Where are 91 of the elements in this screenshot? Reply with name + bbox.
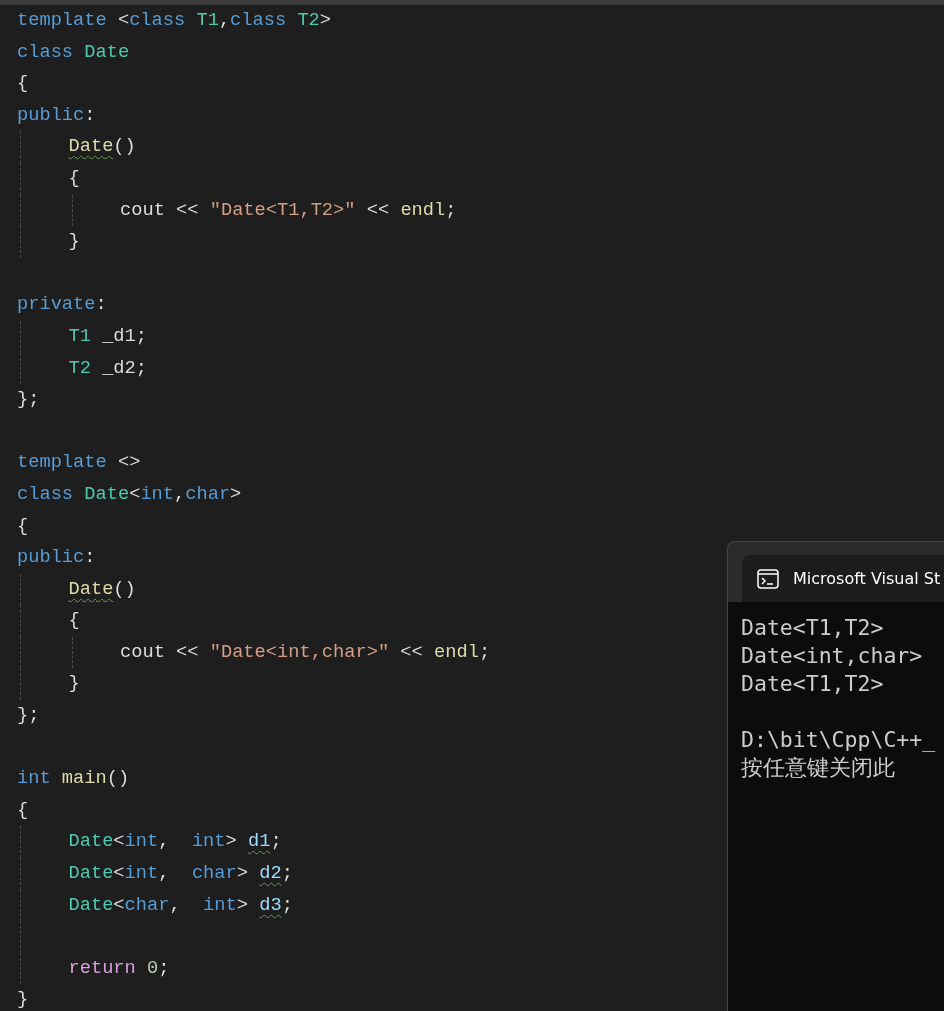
code-token: private [17, 293, 96, 316]
code-token: class [230, 9, 288, 31]
code-token: endl [434, 640, 479, 663]
code-token: "Date<T1,T2>" [209, 198, 356, 221]
code-token: Date [68, 577, 114, 600]
code-token: return [68, 956, 137, 979]
code-token: > [319, 9, 332, 31]
code-token: <> [117, 451, 141, 474]
code-token: ; [281, 893, 293, 916]
code-token: < [113, 830, 125, 853]
code-token: char [124, 893, 170, 916]
console-tab[interactable]: Microsoft Visual St [742, 555, 944, 602]
code-token: , [218, 9, 231, 31]
code-token: template [17, 451, 108, 474]
code-token: T2 [68, 356, 91, 379]
code-token: { [68, 166, 80, 189]
code-token: int [124, 830, 159, 853]
code-token: template [17, 9, 108, 31]
code-token: { [17, 72, 29, 95]
code-token: Date [68, 893, 114, 916]
code-token: int [203, 893, 237, 916]
code-token: main [61, 767, 107, 790]
code-token: < [129, 482, 141, 505]
console-output-line: Date<T1,T2> [741, 671, 884, 696]
code-token: }; [17, 704, 40, 727]
code-token: } [68, 672, 80, 695]
code-token: int [17, 767, 52, 790]
code-token: { [68, 609, 80, 632]
code-token: () [113, 135, 136, 158]
console-output-line: Date<int,char> [741, 643, 923, 668]
code-token: , [158, 830, 171, 853]
terminal-icon [757, 568, 779, 589]
code-token: : [84, 546, 96, 569]
code-token: "Date<int,char>" [209, 640, 390, 663]
code-token: << [399, 640, 424, 663]
code-token: _d1; [101, 324, 147, 347]
code-token: Date [84, 482, 130, 505]
code-token: d2 [259, 862, 282, 885]
code-token: Date [84, 40, 130, 63]
code-token: cout << [120, 198, 200, 221]
console-output-line: D:\bit\Cpp\C++_ [741, 727, 936, 752]
code-token: cout << [120, 640, 200, 663]
code-token: , [174, 482, 186, 505]
code-token: Date [68, 830, 114, 853]
code-token: char [191, 862, 237, 885]
code-token: endl [400, 198, 446, 221]
code-token: ; [158, 956, 170, 979]
code-token: , [169, 893, 182, 916]
code-token: { [17, 514, 29, 537]
code-token: d3 [259, 893, 282, 916]
code-token: T1 [196, 9, 219, 31]
code-token: Date [68, 862, 114, 885]
code-token: < [113, 893, 125, 916]
code-token: public [17, 546, 85, 569]
code-token: } [17, 988, 29, 1011]
code-token: int [140, 482, 175, 505]
code-token: > [236, 893, 249, 916]
code-token: class [17, 482, 75, 505]
code-token: 0 [147, 956, 159, 979]
code-token: < [117, 9, 130, 31]
code-token: ; [270, 830, 282, 853]
code-token: _d2; [101, 356, 147, 379]
code-token: }; [17, 388, 40, 411]
code-token: < [113, 862, 125, 885]
code-token: T1 [68, 324, 91, 347]
console-title: Microsoft Visual St [793, 567, 941, 590]
code-token: ; [281, 862, 293, 885]
code-token: > [230, 482, 242, 505]
code-token: } [68, 230, 80, 253]
code-token: int [124, 862, 159, 885]
code-token: public [17, 103, 85, 126]
code-token: ; [445, 198, 457, 221]
console-output-line: Date<T1,T2> [741, 615, 884, 640]
code-token: > [225, 830, 238, 853]
console-output-line: 按任意键关闭此 [741, 755, 895, 780]
code-token: Date [68, 135, 114, 158]
code-token: class [129, 9, 187, 31]
code-token: int [191, 830, 226, 853]
code-token: , [158, 862, 171, 885]
code-token: T2 [297, 9, 320, 31]
code-token: << [365, 198, 391, 221]
code-token: { [17, 798, 29, 821]
code-token: ; [478, 640, 491, 663]
code-token: > [236, 862, 249, 885]
code-token: () [106, 767, 130, 790]
code-token: : [95, 293, 107, 316]
code-token: char [185, 482, 231, 505]
code-token: class [17, 40, 75, 63]
code-token: : [84, 103, 96, 126]
code-token: d1 [248, 830, 271, 853]
code-token: () [113, 577, 136, 600]
